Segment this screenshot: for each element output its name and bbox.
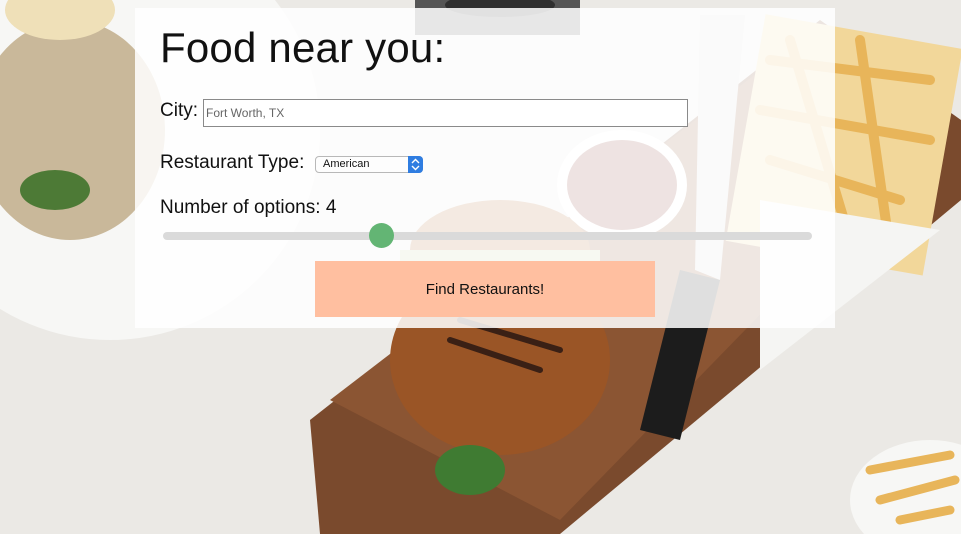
restaurant-type-label: Restaurant Type: xyxy=(160,152,305,173)
options-label-text: Number of options: xyxy=(160,197,321,218)
city-label: City: xyxy=(160,100,198,121)
find-restaurants-button[interactable]: Find Restaurants! xyxy=(315,261,655,317)
options-value: 4 xyxy=(325,197,337,218)
restaurant-type-select[interactable]: American xyxy=(315,156,423,173)
select-arrows-icon xyxy=(408,156,423,173)
number-of-options-label: Number of options: 4 xyxy=(160,197,336,219)
city-input[interactable] xyxy=(203,99,688,127)
page-title: Food near you: xyxy=(160,24,446,71)
restaurant-type-selected: American xyxy=(323,158,370,170)
options-slider-thumb[interactable] xyxy=(369,223,394,248)
search-form-panel: Food near you: City: Restaurant Type: Am… xyxy=(135,8,835,328)
options-slider-track[interactable] xyxy=(163,232,812,240)
